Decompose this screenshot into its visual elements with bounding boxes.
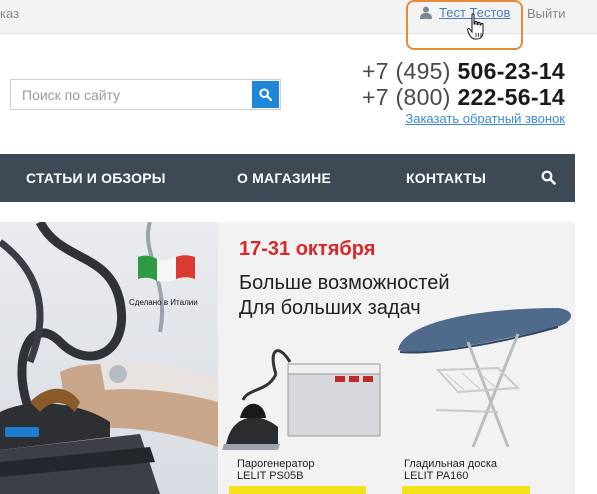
yellow-accent-bar — [402, 486, 530, 494]
user-icon — [420, 6, 432, 19]
user-profile-link[interactable]: Тест Тестов — [420, 5, 510, 20]
logout-link[interactable]: Выйти — [527, 6, 566, 21]
phone-moscow: +7 (495) 506-23-14 — [362, 58, 565, 84]
top-bar: каз Тест Тестов Выйти — [0, 0, 597, 34]
ironing-photo: Сделано в Италии — [0, 222, 218, 494]
promo-banner[interactable]: Сделано в Италии 17-31 октября Больше во… — [0, 222, 575, 494]
search-input[interactable] — [11, 80, 251, 109]
search-icon — [259, 88, 272, 101]
yellow-accent-bar — [229, 486, 366, 494]
nav-item-articles[interactable]: СТАТЬИ И ОБЗОРЫ — [26, 170, 166, 186]
phone-tollfree: +7 (800) 222-56-14 — [362, 84, 565, 110]
order-link[interactable]: каз — [0, 6, 19, 21]
hand-cursor-icon — [467, 13, 484, 40]
contact-phones: +7 (495) 506-23-14 +7 (800) 222-56-14 За… — [362, 58, 565, 126]
nav-item-about[interactable]: О МАГАЗИНЕ — [237, 170, 331, 186]
product-illustrations — [222, 308, 572, 450]
main-navigation: СТАТЬИ И ОБЗОРЫ О МАГАЗИНЕ КОНТАКТЫ — [0, 154, 575, 202]
search-icon[interactable] — [541, 170, 556, 185]
product-steam-generator[interactable]: Парогенератор LELIT PS05B — [237, 458, 314, 482]
made-in-italy-label: Сделано в Италии — [129, 298, 198, 307]
search-button[interactable] — [252, 81, 279, 108]
promo-panel: 17-31 октября Больше возможностей Для бо… — [218, 222, 575, 494]
callback-request-link[interactable]: Заказать обратный звонок — [362, 111, 565, 126]
product-ironing-board[interactable]: Гладильная доска LELIT PA160 — [404, 458, 497, 482]
nav-item-contacts[interactable]: КОНТАКТЫ — [406, 170, 486, 186]
italy-flag — [138, 255, 195, 282]
site-search — [10, 79, 281, 110]
